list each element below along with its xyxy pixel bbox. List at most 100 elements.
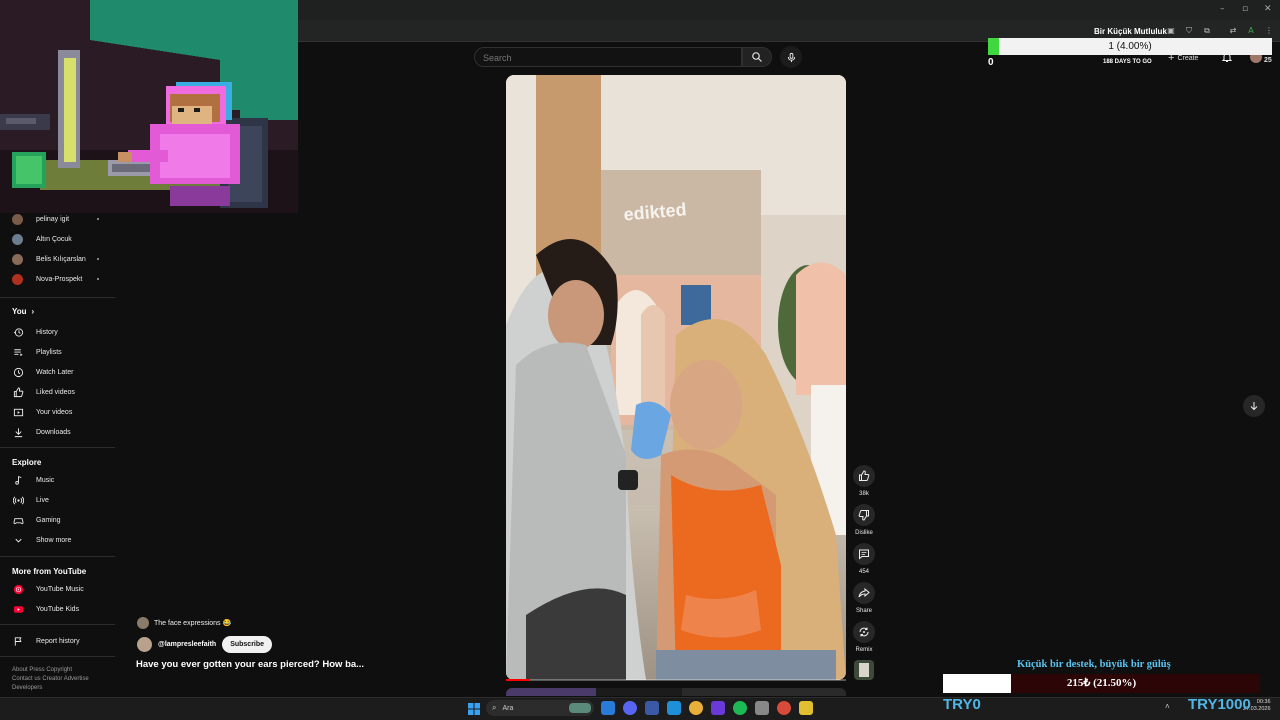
video-title[interactable]: Have you ever gotten your ears pierced? … [136, 659, 364, 670]
dislike-button[interactable] [853, 504, 875, 526]
profile-icon[interactable]: A [1246, 26, 1256, 36]
sidebar-item-liked-videos[interactable]: Liked videos [12, 384, 75, 400]
chrome-icon[interactable] [689, 701, 703, 715]
taskbar-app-icon[interactable] [601, 701, 615, 715]
remix-icon [859, 627, 869, 637]
video-progress-bar[interactable] [506, 679, 846, 681]
maximize-icon[interactable]: ▫ [1242, 4, 1248, 14]
monkey-gamer-illustration [0, 0, 298, 213]
close-icon[interactable]: ✕ [1264, 4, 1272, 14]
extension-icon[interactable]: ▣ [1166, 26, 1176, 36]
you-heading[interactable]: You › [12, 307, 34, 316]
channel-name[interactable]: @lampresleefaith [158, 641, 216, 648]
comment-text: The face expressions 😂 [154, 620, 232, 627]
sidebar-item-label: Downloads [36, 428, 71, 436]
share-icon [858, 587, 870, 598]
subscription-item[interactable]: Nova-Prospekt [12, 271, 82, 287]
sidebar-item-music[interactable]: Music [12, 472, 54, 488]
comments-button[interactable] [853, 543, 875, 565]
channel-avatar [12, 253, 23, 265]
discord-icon[interactable] [623, 701, 637, 715]
subscribe-button[interactable]: Subscribe [222, 636, 273, 653]
comment-count: 454 [858, 569, 869, 575]
sound-thumbnail[interactable] [854, 660, 874, 680]
menu-icon[interactable]: ⋮ [1264, 26, 1274, 36]
video-progress-fill [506, 679, 530, 681]
subscription-label: pelinay igit [36, 215, 70, 223]
remix-button[interactable] [853, 621, 875, 643]
next-video-preview[interactable] [506, 688, 846, 696]
goal-days-left: 188 DAYS TO GO [1103, 59, 1152, 65]
sidebar-item-youtube-kids[interactable]: YouTube Kids [12, 601, 79, 617]
shorts-video-player[interactable]: edikted [506, 75, 846, 680]
subscription-item[interactable]: Belis Kılıçarslan [12, 251, 86, 267]
sidebar-item-downloads[interactable]: Downloads [12, 424, 71, 440]
thumbs-down-icon [858, 510, 869, 521]
sidebar-item-label: Gaming [36, 516, 61, 524]
sidebar-item-label: Playlists [36, 348, 62, 356]
shield-icon[interactable]: ⛉ [1184, 26, 1194, 36]
channel-avatar[interactable] [137, 637, 152, 652]
new-content-dot [97, 218, 99, 220]
subscription-label: Altın Çocuk [36, 235, 72, 243]
taskbar-app-icon[interactable] [755, 701, 769, 715]
subscription-item[interactable]: Altın Çocuk [12, 231, 72, 247]
sidebar-item-live[interactable]: Live [12, 492, 49, 508]
tab-icon[interactable]: ⇄ [1228, 26, 1238, 36]
subscription-label: Belis Kılıçarslan [36, 255, 86, 263]
sidebar-item-gaming[interactable]: Gaming [12, 512, 61, 528]
dislike-label: Dislike [855, 530, 873, 536]
share-button[interactable] [853, 582, 875, 604]
taskbar-app-icon[interactable] [667, 701, 681, 715]
sidebar-item-youtube-music[interactable]: YouTube Music [12, 581, 84, 597]
sidebar-divider [0, 656, 115, 657]
new-content-dot [97, 258, 99, 260]
windows-start-icon[interactable] [468, 702, 480, 715]
create-label: Create [1177, 54, 1199, 62]
taskbar-search-label: Ara [502, 704, 514, 712]
donation-title: Küçük bir destek, büyük bir gülüş [1017, 659, 1171, 670]
footer-links-row[interactable]: Developers [12, 685, 42, 691]
sidebar-item-playlists[interactable]: Playlists [12, 344, 62, 360]
taskbar-app-icon[interactable] [799, 701, 813, 715]
new-content-dot [97, 278, 99, 280]
clock-icon [12, 366, 24, 378]
taskbar-app-icon[interactable] [645, 701, 659, 715]
sidebar-item-label: Show more [36, 536, 72, 544]
footer-links-row[interactable]: About Press Copyright [12, 667, 72, 673]
sidebar-item-label: YouTube Music [36, 585, 84, 593]
like-button[interactable] [853, 465, 875, 487]
search-input[interactable] [483, 50, 733, 65]
voice-search-button[interactable] [780, 46, 802, 68]
donation-min-label: TRY0 [943, 696, 981, 713]
goal-progress-text: 1 (4.00%) [1108, 41, 1152, 52]
puzzle-icon[interactable]: ⧉ [1202, 26, 1212, 36]
sidebar-item-history[interactable]: History [12, 324, 58, 340]
playlists-icon [12, 346, 24, 358]
taskbar-search[interactable]: ⌕ Ara [486, 700, 594, 716]
subscription-item[interactable]: pelinay igit [12, 211, 69, 227]
taskbar-app-icon[interactable] [777, 701, 791, 715]
sidebar-item-label: Your videos [36, 408, 73, 416]
search-box [474, 47, 742, 67]
tray-chevron-up-icon[interactable]: ˄ [1165, 702, 1170, 711]
sidebar-item-report-history[interactable]: Report history [12, 633, 80, 649]
top-comment-preview[interactable]: The face expressions 😂 [137, 617, 231, 629]
next-video-button[interactable] [1243, 395, 1265, 417]
spotify-icon[interactable] [733, 701, 747, 715]
explore-heading: Explore [12, 458, 42, 467]
youtube-music-icon [12, 583, 24, 595]
sidebar-divider [0, 556, 115, 557]
search-button[interactable] [742, 47, 772, 67]
footer-links-row[interactable]: Contact us Creator Advertise [12, 676, 89, 682]
remix-label: Remix [855, 647, 873, 653]
sidebar-item-show-more[interactable]: Show more [12, 532, 71, 548]
next-video-thumb-strip [682, 688, 846, 696]
minimize-icon[interactable]: – [1220, 4, 1225, 14]
sidebar-item-your-videos[interactable]: Your videos [12, 404, 72, 420]
commenter-avatar [137, 617, 149, 629]
taskbar-app-icon[interactable] [711, 701, 725, 715]
windows-taskbar [0, 697, 1280, 720]
sidebar-item-watch-later[interactable]: Watch Later [12, 364, 73, 380]
comment-icon [859, 549, 869, 560]
